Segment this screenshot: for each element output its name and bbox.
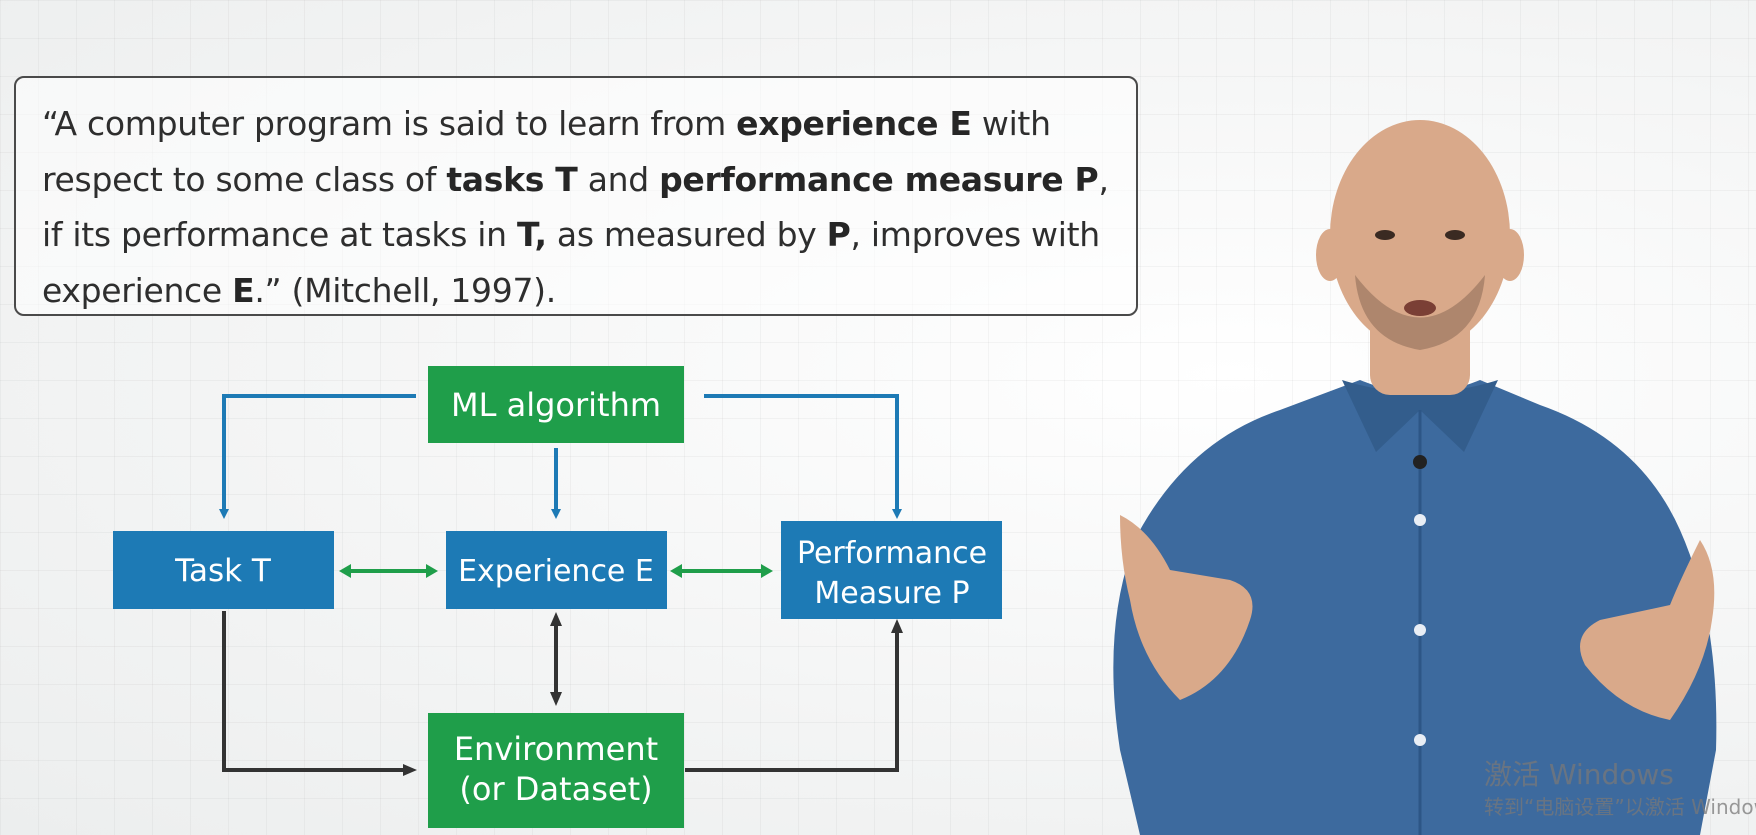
edge-task-to-environment (222, 611, 417, 776)
node-label-line: Experience E (458, 554, 654, 589)
node-label-line: (or Dataset) (459, 770, 652, 808)
node-label-line: Performance (797, 536, 987, 571)
node-task-label: Task T (174, 553, 272, 589)
presenter-eye-right (1445, 230, 1465, 240)
presenter-ear-right (1496, 229, 1524, 281)
edge-ml-to-task (219, 394, 416, 519)
node-experience: Experience E (446, 531, 667, 609)
presenter-mouth (1404, 300, 1436, 316)
watermark-line-2: 转到“电脑设置”以激活 Windows (1484, 795, 1756, 819)
node-label-line: Environment (454, 730, 658, 768)
node-label-line: Task T (174, 553, 272, 589)
node-label-line: Measure P (814, 576, 969, 611)
windows-activation-watermark: 激活 Windows 转到“电脑设置”以激活 Windows (1484, 758, 1756, 822)
presenter-button-2 (1414, 624, 1426, 636)
node-environment: Environment (or Dataset) (428, 713, 684, 828)
edge-environment-to-performance (685, 619, 903, 772)
node-experience-label: Experience E (458, 554, 654, 589)
presenter-figure (1113, 120, 1717, 835)
presenter-eye-left (1375, 230, 1395, 240)
ml-definition-diagram: ML algorithm Task T Experience E Perform… (113, 366, 1002, 828)
node-task: Task T (113, 531, 334, 609)
presenter-lav-mic (1413, 455, 1427, 469)
presenter-ear-left (1316, 229, 1344, 281)
node-label-line: ML algorithm (451, 386, 661, 424)
node-ml-algorithm: ML algorithm (428, 366, 684, 443)
watermark-line-1: 激活 Windows (1484, 758, 1674, 791)
node-performance: Performance Measure P (781, 521, 1002, 619)
node-ml-algorithm-label: ML algorithm (451, 386, 661, 424)
edge-ml-to-performance (704, 394, 902, 519)
presenter-button-1 (1414, 514, 1426, 526)
presenter-button-3 (1414, 734, 1426, 746)
